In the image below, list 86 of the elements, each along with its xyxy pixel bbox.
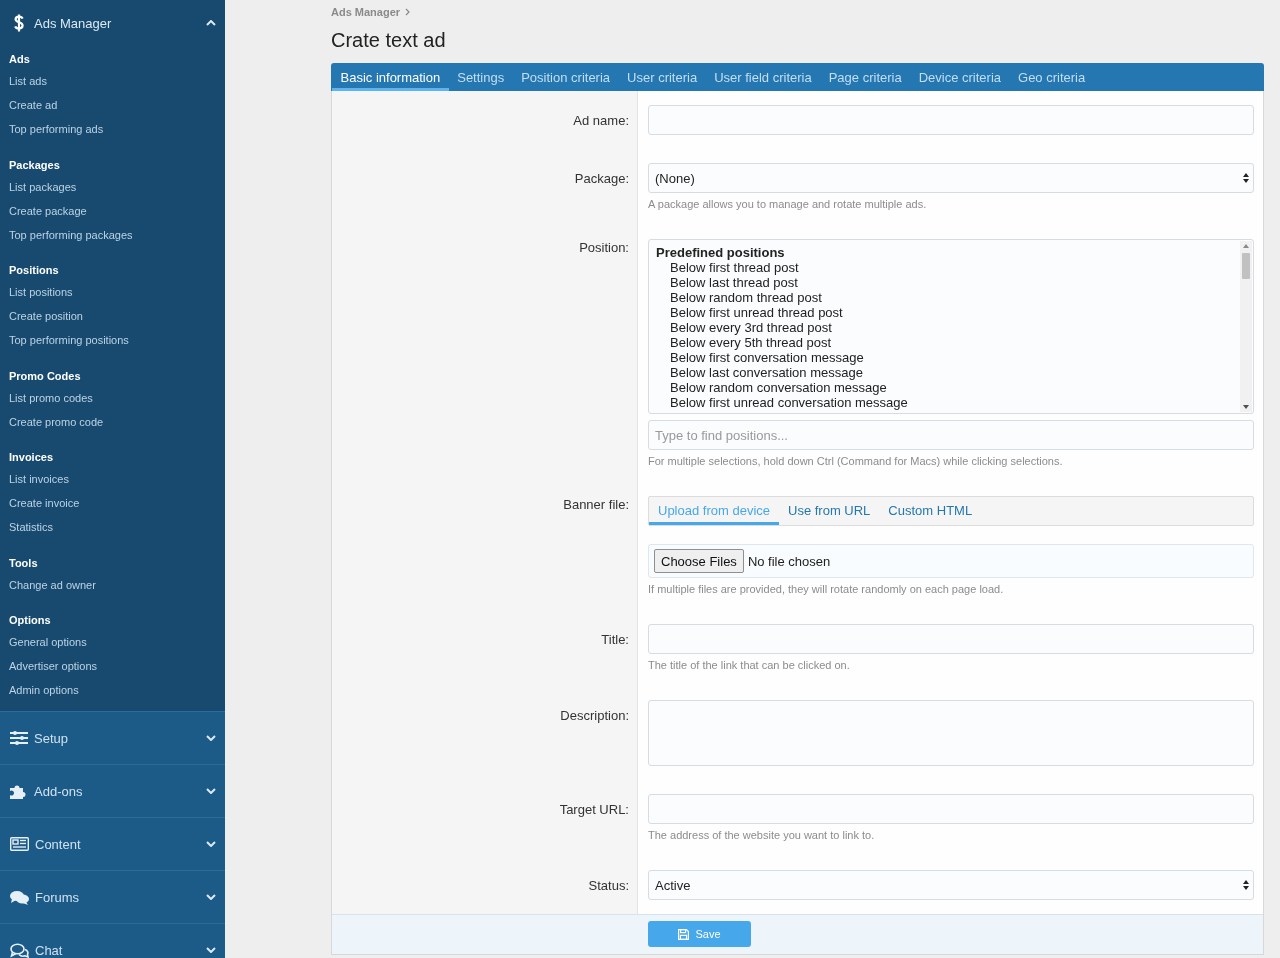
nav-group-link[interactable]: Chat bbox=[0, 923, 225, 958]
field-label: Ad name: bbox=[572, 112, 630, 129]
nav-link[interactable]: List packages bbox=[0, 174, 225, 199]
listbox-option[interactable]: Below random thread post bbox=[649, 290, 1239, 305]
tab[interactable]: Use from URL bbox=[779, 497, 880, 525]
listbox-option[interactable]: Below first thread post bbox=[649, 260, 1239, 275]
nav-link[interactable]: List positions bbox=[0, 280, 225, 304]
tab[interactable]: Custom HTML bbox=[879, 497, 982, 525]
listbox-option[interactable]: Below last thread post bbox=[649, 275, 1239, 290]
listbox-option[interactable]: Below random conversation message bbox=[649, 380, 1239, 395]
listbox-field[interactable] bbox=[648, 239, 1254, 414]
sliders-icon bbox=[10, 731, 28, 745]
dropdown-field[interactable]: Active bbox=[648, 870, 1254, 900]
field-label: Description: bbox=[559, 707, 630, 724]
dropdown-field[interactable]: (None) bbox=[648, 163, 1254, 193]
nav-section-heading: Invoices bbox=[8, 450, 55, 465]
nav-link[interactable]: List ads bbox=[0, 69, 225, 93]
listbox-option[interactable]: Below first unread thread post bbox=[649, 305, 1239, 320]
nav-link[interactable]: Advertiser options bbox=[0, 654, 225, 678]
puzzle-icon bbox=[10, 783, 28, 799]
updown-caret-icon bbox=[1243, 880, 1249, 890]
nav-link[interactable]: General options bbox=[0, 630, 225, 654]
nav-section-heading: Ads bbox=[8, 52, 31, 67]
nav-link[interactable]: Top performing positions bbox=[0, 328, 225, 352]
search-field[interactable]: Type to find positions... bbox=[648, 420, 1254, 450]
text-input-field[interactable] bbox=[648, 624, 1254, 654]
nav-link[interactable]: Statistics bbox=[0, 515, 225, 539]
listbox-option[interactable]: Below first unread conversation message bbox=[649, 395, 1239, 410]
tab[interactable]: Page criteria bbox=[820, 63, 911, 91]
field-hint: A package allows you to manage and rotate multiple ads. bbox=[648, 198, 928, 211]
nav-link[interactable]: Change ad owner bbox=[0, 572, 225, 597]
nav-link[interactable]: Create promo code bbox=[0, 409, 225, 434]
nav-link[interactable]: List promo codes bbox=[0, 385, 225, 410]
field-hint: The title of the link that can be clicked on. bbox=[648, 659, 851, 672]
text-input-field[interactable] bbox=[648, 794, 1254, 824]
chevron-right-icon bbox=[405, 8, 411, 16]
listbox-option[interactable]: Below first conversation message bbox=[649, 350, 1239, 365]
field-hint: For multiple selections, hold down Ctrl (Command for Macs) while clicking selections. bbox=[648, 455, 1064, 468]
nav-link[interactable]: Create position bbox=[0, 304, 225, 328]
file-status-text: No file chosen bbox=[747, 553, 831, 569]
field-hint: The address of the website you want to link to. bbox=[648, 829, 876, 842]
field-label: Title: bbox=[600, 631, 630, 648]
tab[interactable]: User criteria bbox=[618, 63, 706, 91]
nav-link[interactable]: Top performing ads bbox=[0, 117, 225, 141]
field-label: Package: bbox=[573, 170, 630, 187]
speech-bubbles-icon bbox=[10, 942, 29, 958]
scrollbar[interactable] bbox=[1240, 241, 1252, 412]
textarea-field[interactable] bbox=[648, 700, 1254, 766]
updown-caret-icon bbox=[1243, 173, 1249, 183]
nav-section-heading: Packages bbox=[8, 157, 61, 173]
nav-link[interactable]: Top performing packages bbox=[0, 222, 225, 247]
listbox-option[interactable]: Below every 5th thread post bbox=[649, 335, 1239, 350]
nav-group-link[interactable]: Content bbox=[0, 817, 225, 870]
field-label: Status: bbox=[587, 877, 630, 894]
field-label: Position: bbox=[578, 239, 630, 256]
speech-bubbles-icon bbox=[10, 889, 29, 905]
tab[interactable]: User field criteria bbox=[705, 63, 821, 91]
field-hint: If multiple files are provided, they will rotate randomly on each page load. bbox=[648, 583, 1005, 596]
nav-group-link[interactable]: Forums bbox=[0, 870, 225, 923]
dollar-icon bbox=[14, 14, 24, 32]
nav-link[interactable]: Create invoice bbox=[0, 491, 225, 515]
page-title: Crate text ad bbox=[331, 28, 447, 52]
option-group-label: Predefined positions bbox=[655, 245, 786, 260]
tab[interactable]: Settings bbox=[448, 63, 513, 91]
listbox-option[interactable]: Below last conversation message bbox=[649, 365, 1239, 380]
nav-section-heading: Tools bbox=[8, 555, 39, 571]
nav-link[interactable]: List invoices bbox=[0, 467, 225, 491]
nav-group-link[interactable]: Ads Manager bbox=[0, 0, 225, 46]
field-label: Target URL: bbox=[558, 801, 630, 818]
text-input-field[interactable] bbox=[648, 105, 1254, 135]
newspaper-icon bbox=[10, 837, 29, 851]
nav-link[interactable]: Admin options bbox=[0, 678, 225, 702]
nav-group-link[interactable]: Setup bbox=[0, 711, 225, 764]
nav-section-heading: Promo Codes bbox=[8, 368, 82, 384]
nav-section-heading: Positions bbox=[8, 263, 60, 278]
field-label: Banner file: bbox=[562, 496, 630, 513]
tab[interactable]: Position criteria bbox=[512, 63, 619, 91]
nav-group-link[interactable]: Add-ons bbox=[0, 764, 225, 817]
tab[interactable]: Device criteria bbox=[910, 63, 1010, 91]
nav-link[interactable]: Create ad bbox=[0, 93, 225, 117]
file-input-field[interactable]: Choose Files No file chosen bbox=[648, 544, 1254, 578]
choose-files-button[interactable]: Choose Files bbox=[654, 549, 744, 573]
nav-link[interactable]: Create package bbox=[0, 198, 225, 223]
tab[interactable]: Geo criteria bbox=[1009, 63, 1094, 91]
nav-section-heading: Options bbox=[8, 613, 52, 628]
listbox-option[interactable]: Below every 3rd thread post bbox=[649, 320, 1239, 335]
